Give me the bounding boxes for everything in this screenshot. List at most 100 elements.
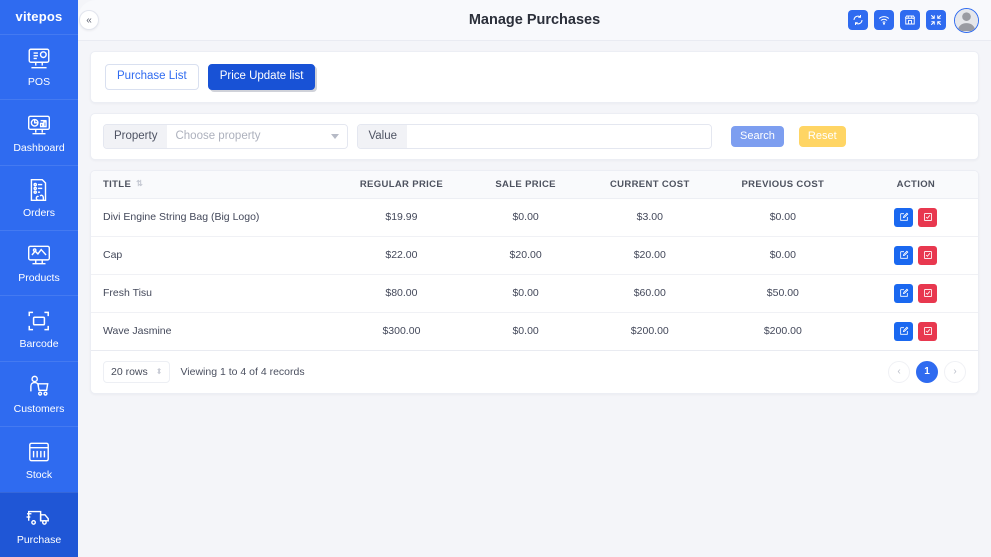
edit-button[interactable] <box>894 207 914 227</box>
cell-current-cost: $60.00 <box>587 274 712 313</box>
cell-title: Wave Jasmine <box>91 312 340 351</box>
delete-button[interactable] <box>918 207 938 227</box>
cell-current-cost: $3.00 <box>587 198 712 237</box>
cell-regular-price: $80.00 <box>339 274 464 313</box>
purchase-icon <box>25 504 53 530</box>
cell-action <box>853 274 978 313</box>
column-header-current-cost: CURRENT COST <box>587 170 712 199</box>
cell-regular-price: $300.00 <box>339 312 464 351</box>
table-head: TITLE ⇅ REGULAR PRICE SALE PRICE CURRENT … <box>91 170 978 199</box>
filter-card: Property Choose property Value Search Re… <box>90 112 979 160</box>
sidebar-item-label: Orders <box>22 206 56 219</box>
reset-button[interactable]: Reset <box>798 125 846 147</box>
table-header-row: TITLE ⇅ REGULAR PRICE SALE PRICE CURRENT … <box>91 170 978 199</box>
column-header-action: ACTION <box>853 170 978 199</box>
sidebar-item-dashboard[interactable]: Dashboard <box>0 99 78 164</box>
dashboard-icon <box>25 112 53 138</box>
property-filter-group: Property Choose property <box>103 123 349 149</box>
sidebar-item-barcode[interactable]: Barcode <box>0 295 78 360</box>
sidebar-item-label: POS <box>27 76 51 89</box>
cell-current-cost: $200.00 <box>587 312 712 351</box>
edit-button[interactable] <box>894 245 914 265</box>
table-row: Wave Jasmine $300.00 $0.00 $200.00 $200.… <box>91 312 978 351</box>
store-icon[interactable] <box>900 10 920 30</box>
sidebar-collapse-button[interactable]: « <box>79 10 99 30</box>
table-body: Divi Engine String Bag (Big Logo) $19.99… <box>91 198 978 351</box>
property-select[interactable]: Choose property <box>167 124 348 148</box>
cell-title: Divi Engine String Bag (Big Logo) <box>91 198 340 237</box>
barcode-icon <box>25 308 53 334</box>
sync-icon[interactable] <box>848 10 868 30</box>
cell-current-cost: $20.00 <box>587 236 712 275</box>
delete-button[interactable] <box>918 283 938 303</box>
sidebar-item-label: Stock <box>25 468 53 481</box>
tab-purchase-list[interactable]: Purchase List <box>105 64 199 90</box>
sidebar-item-products[interactable]: Products <box>0 229 78 295</box>
sidebar-item-label: Products <box>18 272 60 285</box>
value-input[interactable] <box>407 124 712 148</box>
cell-action <box>853 312 978 351</box>
products-icon <box>25 242 53 268</box>
sidebar-item-stock[interactable]: Stock <box>0 426 78 491</box>
sidebar-item-label: Customers <box>13 403 65 416</box>
column-header-sale-price: SALE PRICE <box>463 170 588 199</box>
edit-button[interactable] <box>894 321 914 341</box>
sidebar: vitepos POS Dashboard Orders Products Ba… <box>0 0 78 557</box>
content-area: Purchase List Price Update list Property… <box>78 41 991 394</box>
price-update-table-card: TITLE ⇅ REGULAR PRICE SALE PRICE CURRENT … <box>90 169 979 394</box>
column-header-title[interactable]: TITLE ⇅ <box>91 170 340 199</box>
value-label: Value <box>358 124 408 148</box>
column-header-previous-cost: PREVIOUS COST <box>711 170 854 199</box>
pos-icon <box>25 46 53 72</box>
table-row: Divi Engine String Bag (Big Logo) $19.99… <box>91 198 978 237</box>
cell-sale-price: $0.00 <box>463 198 588 237</box>
wifi-icon[interactable] <box>874 10 894 30</box>
delete-button[interactable] <box>918 245 938 265</box>
sidebar-item-customers[interactable]: Customers <box>0 360 78 426</box>
cell-sale-price: $0.00 <box>463 274 588 313</box>
cell-previous-cost: $200.00 <box>711 312 854 351</box>
stock-icon <box>25 439 53 465</box>
sort-icon[interactable]: ⇅ <box>136 179 143 188</box>
pagination: ‹ 1 › <box>888 360 966 383</box>
table-row: Cap $22.00 $20.00 $20.00 $0.00 <box>91 236 978 275</box>
chevron-down-icon <box>331 133 340 139</box>
main-region: « Manage Purchases Purchase List Price U… <box>78 0 991 557</box>
value-filter-group: Value <box>357 123 713 149</box>
sidebar-item-purchase[interactable]: Purchase <box>0 491 78 557</box>
prev-page-button[interactable]: ‹ <box>888 360 910 383</box>
sidebar-item-pos[interactable]: POS <box>0 33 78 99</box>
cell-previous-cost: $0.00 <box>711 236 854 275</box>
property-label: Property <box>104 124 168 148</box>
rows-per-page-value: 20 rows <box>111 365 148 378</box>
column-label: TITLE <box>103 178 132 190</box>
topbar-actions <box>848 7 979 33</box>
table-footer: 20 rows ⬍ Viewing 1 to 4 of 4 records ‹ … <box>91 351 978 393</box>
edit-button[interactable] <box>894 283 914 303</box>
tabs-card: Purchase List Price Update list <box>90 51 979 103</box>
next-page-button[interactable]: › <box>944 360 966 383</box>
delete-button[interactable] <box>918 321 938 341</box>
tab-price-update-list[interactable]: Price Update list <box>207 64 316 90</box>
app-root: vitepos POS Dashboard Orders Products Ba… <box>0 0 991 557</box>
avatar[interactable] <box>954 7 979 33</box>
sidebar-item-label: Barcode <box>19 337 59 350</box>
sidebar-item-label: Dashboard <box>13 141 65 154</box>
fullscreen-icon[interactable] <box>926 10 946 30</box>
cell-action <box>853 236 978 275</box>
brand-logo: vitepos <box>15 9 63 25</box>
cell-regular-price: $19.99 <box>339 198 464 237</box>
rows-per-page-select[interactable]: 20 rows ⬍ <box>103 360 171 383</box>
cell-previous-cost: $0.00 <box>711 198 854 237</box>
stepper-icon: ⬍ <box>155 366 163 376</box>
sidebar-item-label: Purchase <box>16 533 62 546</box>
sidebar-item-orders[interactable]: Orders <box>0 164 78 230</box>
topbar: « Manage Purchases <box>78 0 991 41</box>
page-button-1[interactable]: 1 <box>916 360 938 383</box>
column-header-regular-price: REGULAR PRICE <box>339 170 464 199</box>
cell-title: Fresh Tisu <box>91 274 340 313</box>
price-update-table: TITLE ⇅ REGULAR PRICE SALE PRICE CURRENT … <box>91 170 978 351</box>
cell-regular-price: $22.00 <box>339 236 464 275</box>
search-button[interactable]: Search <box>731 125 784 147</box>
cell-title: Cap <box>91 236 340 275</box>
